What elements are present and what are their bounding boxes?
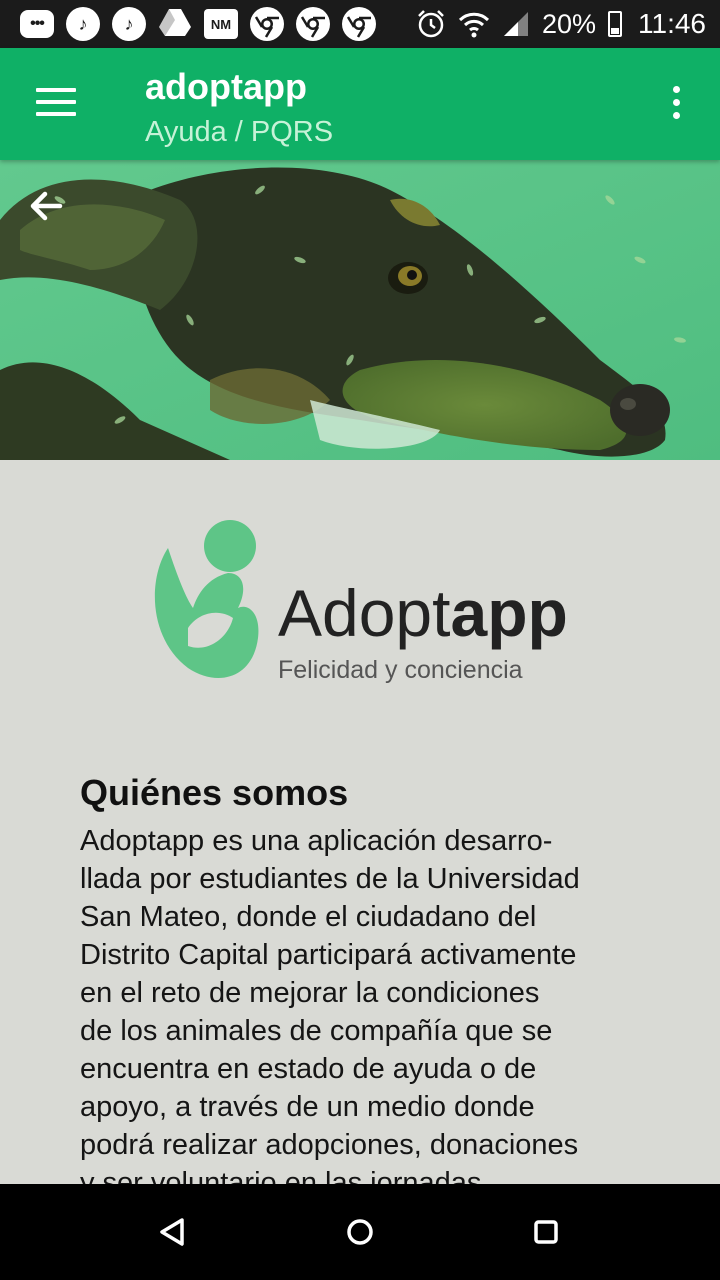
logo-tagline: Felicidad y conciencia: [278, 656, 523, 684]
message-icon: •••: [20, 10, 54, 38]
app-subtitle: Ayuda / PQRS: [145, 116, 334, 148]
svg-text:Adoptapp: Adoptapp: [278, 576, 568, 650]
status-bar: ••• ♪ ♪ NM 20% 11:46: [0, 0, 720, 48]
hero-image: [0, 160, 720, 460]
navigation-bar: [0, 1184, 720, 1280]
music-app-icon: ♪: [112, 7, 146, 41]
drive-icon: [158, 7, 192, 42]
back-arrow-icon[interactable]: [26, 186, 66, 226]
clock: 11:46: [638, 8, 706, 39]
battery-icon: [608, 11, 622, 37]
notification-icons: ••• ♪ ♪ NM: [20, 7, 376, 42]
signal-icon: [503, 12, 528, 36]
battery-percent: 20%: [541, 8, 596, 39]
alarm-icon: [418, 10, 444, 38]
recents-square-icon[interactable]: [524, 1210, 568, 1254]
app-title: adoptapp: [145, 66, 307, 107]
music-app-icon: ♪: [66, 7, 100, 41]
nm-app-icon: NM: [204, 9, 238, 39]
chrome-icon: [296, 7, 330, 41]
chrome-icon: [342, 7, 376, 41]
wifi-icon: [458, 12, 490, 38]
chrome-icon: [250, 7, 284, 41]
section-title: Quiénes somos: [80, 772, 349, 813]
section-body: Adoptapp es una aplicación desarro- llad…: [80, 825, 580, 1184]
home-circle-icon[interactable]: [338, 1210, 382, 1254]
back-triangle-icon[interactable]: [150, 1210, 194, 1254]
app-bar: adoptapp Ayuda / PQRS: [0, 48, 720, 160]
dog-photo: [0, 160, 720, 460]
system-indicators: 20% 11:46: [416, 8, 706, 40]
content-area: Adoptapp Felicidad y conciencia Quiénes …: [0, 460, 720, 1184]
more-options-icon[interactable]: [664, 86, 688, 126]
logo-wordmark-regular: Adopt: [278, 576, 450, 650]
adoptapp-logo: Adoptapp Felicidad y conciencia: [154, 520, 568, 684]
logo-wordmark-bold: app: [450, 576, 567, 650]
hamburger-menu-icon[interactable]: [36, 88, 76, 118]
